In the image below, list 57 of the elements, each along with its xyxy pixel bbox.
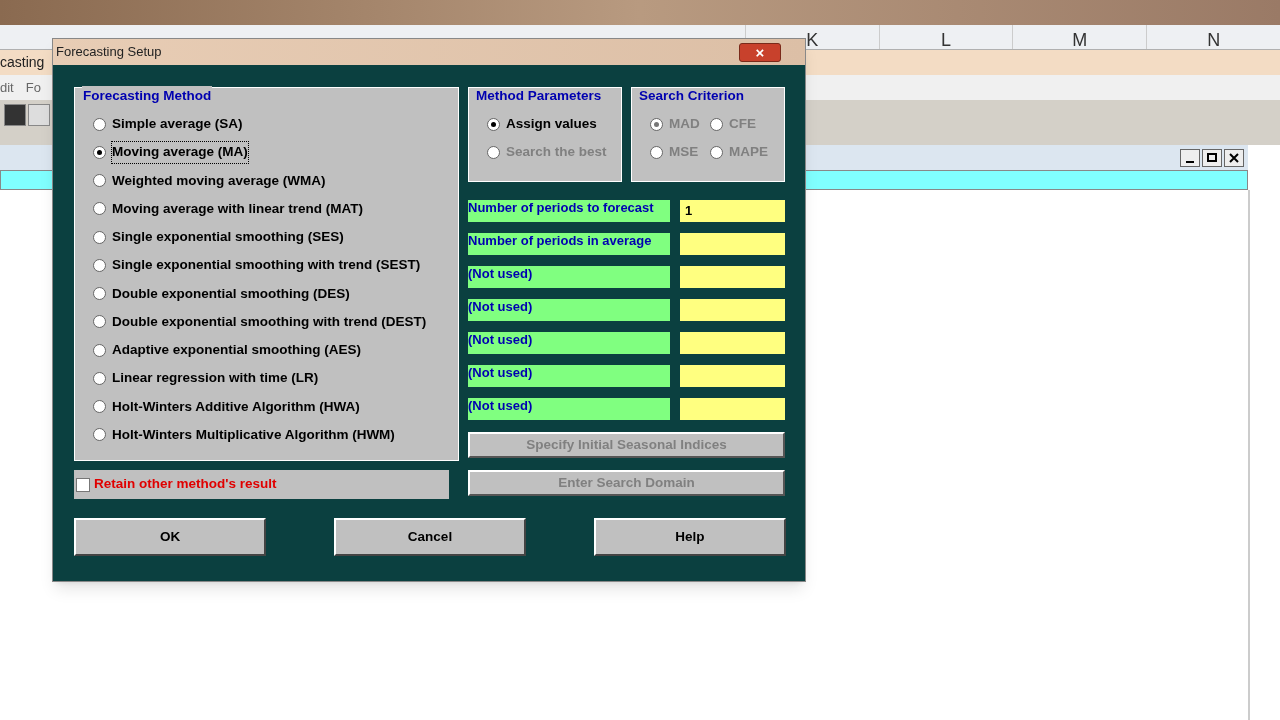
- input-field[interactable]: [680, 365, 785, 387]
- radio-label[interactable]: Adaptive exponential smoothing (AES): [112, 340, 362, 361]
- field-label: (Not used): [468, 299, 670, 321]
- input-field[interactable]: [680, 398, 785, 420]
- input-field[interactable]: 1: [680, 200, 785, 222]
- close-icon[interactable]: [1224, 148, 1244, 167]
- radio-label[interactable]: Holt-Winters Multiplicative Algorithm (HWM): [112, 424, 395, 445]
- menu-item[interactable]: dit: [0, 77, 14, 98]
- radio-label[interactable]: Moving average (MA): [112, 142, 248, 163]
- menu-item[interactable]: Fo: [25, 77, 41, 98]
- radio-label[interactable]: Double exponential smoothing (DES): [112, 283, 350, 304]
- radio-button[interactable]: [93, 343, 106, 357]
- checkbox[interactable]: [76, 477, 90, 492]
- radio-button[interactable]: [93, 371, 106, 385]
- input-field[interactable]: [680, 233, 785, 255]
- radio-label[interactable]: Moving average with linear trend (MAT): [112, 198, 364, 219]
- field-label: (Not used): [468, 398, 670, 420]
- radio-button[interactable]: [93, 202, 106, 216]
- close-button[interactable]: ×: [739, 42, 781, 62]
- group-title: Search Criterion: [639, 87, 745, 105]
- minimize-icon[interactable]: [1180, 148, 1200, 167]
- radio-label[interactable]: Single exponential smoothing (SES): [112, 227, 344, 248]
- column-header[interactable]: L: [878, 25, 1013, 49]
- maximize-icon[interactable]: [1202, 148, 1222, 167]
- radio-label[interactable]: Weighted moving average (WMA): [112, 170, 326, 191]
- radio-button[interactable]: [93, 315, 106, 329]
- radio-label[interactable]: Double exponential smoothing with trend (DEST): [112, 311, 427, 332]
- radio-button[interactable]: [93, 117, 106, 131]
- column-header[interactable]: M: [1012, 25, 1147, 49]
- radio-button[interactable]: [93, 230, 106, 244]
- radio-button[interactable]: [93, 428, 106, 442]
- radio-button[interactable]: [487, 117, 500, 131]
- radio-button[interactable]: [93, 258, 106, 272]
- dialog-title: Forecasting Setup: [56, 43, 162, 62]
- radio-label[interactable]: Single exponential smoothing with trend (SEST): [112, 255, 421, 276]
- input-field[interactable]: [680, 299, 785, 321]
- input-field[interactable]: [680, 332, 785, 354]
- radio-label[interactable]: Holt-Winters Additive Algorithm (HWA): [112, 396, 360, 417]
- field-label: (Not used): [468, 332, 670, 354]
- radio-button[interactable]: [93, 145, 106, 159]
- radio-button[interactable]: [93, 400, 106, 414]
- dialog-button[interactable]: OK: [74, 518, 266, 556]
- radio-label[interactable]: Assign values: [506, 114, 597, 135]
- radio-button[interactable]: [93, 287, 106, 301]
- window-title: casting: [0, 53, 45, 72]
- dialog-button[interactable]: Cancel: [334, 518, 526, 556]
- column-header[interactable]: N: [1146, 25, 1280, 49]
- dialog-button[interactable]: Help: [594, 518, 786, 556]
- field-label: Number of periods to forecast: [468, 200, 670, 222]
- field-label: Number of periods in average: [468, 233, 670, 255]
- field-label: (Not used): [468, 365, 670, 387]
- input-field[interactable]: [680, 266, 785, 288]
- radio-button[interactable]: [93, 174, 106, 188]
- radio-label[interactable]: Linear regression with time (LR): [112, 368, 319, 389]
- group-title: Method Parameters: [476, 87, 602, 105]
- field-label: (Not used): [468, 266, 670, 288]
- radio-label[interactable]: Simple average (SA): [112, 114, 243, 135]
